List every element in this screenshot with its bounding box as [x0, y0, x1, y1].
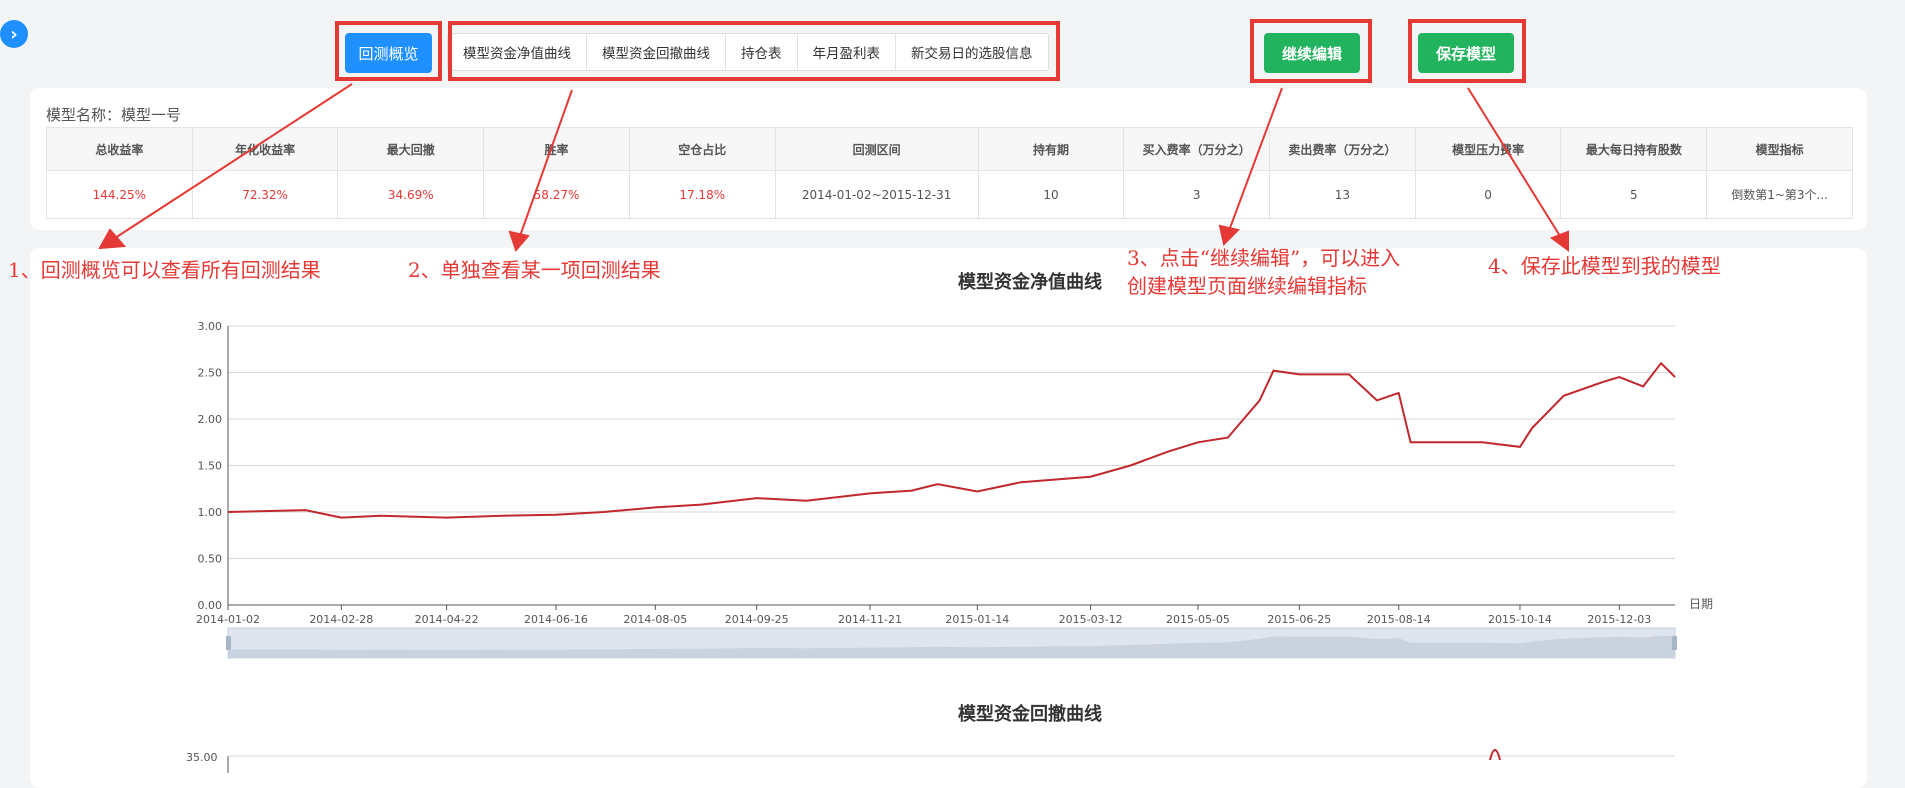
arrow-head-3 — [1220, 226, 1238, 244]
y-tick-label: 2.50 — [198, 367, 223, 380]
annotation-4: 4、保存此模型到我的模型 — [1488, 252, 1721, 280]
y-tick-label: 2.00 — [198, 413, 223, 426]
equity-chart-grid — [228, 326, 1675, 605]
y-tick-label: 0.00 — [198, 599, 223, 612]
x-tick-label: 2014-02-28 — [309, 613, 373, 626]
x-tick-label: 2015-06-25 — [1267, 613, 1331, 626]
y-tick-label: 0.50 — [198, 553, 223, 566]
equity-chart: 0.000.501.001.502.002.503.00 2014-01-022… — [0, 0, 1905, 773]
x-tick-label: 2015-08-14 — [1367, 613, 1431, 626]
arrow-head-4 — [1552, 232, 1568, 250]
annotation-2: 2、单独查看某一项回测结果 — [408, 256, 661, 284]
x-tick-label: 2014-04-22 — [415, 613, 479, 626]
equity-series-points — [228, 363, 1675, 518]
drawdown-chart-title: 模型资金回撤曲线 — [820, 700, 1240, 726]
arrow-head-1 — [100, 230, 124, 248]
x-tick-label: 2014-06-16 — [524, 613, 588, 626]
x-tick-label: 2015-03-12 — [1059, 613, 1123, 626]
x-tick-label: 2014-09-25 — [725, 613, 789, 626]
x-tick-label: 2015-05-05 — [1166, 613, 1230, 626]
equity-chart-x-axis: 2014-01-02 2014-02-28 2014-04-22 2014-06-16… — [196, 605, 1651, 626]
x-tick-label: 2015-01-14 — [945, 613, 1009, 626]
arrow-head-2 — [510, 232, 528, 250]
y-tick-label: 3.00 — [198, 320, 223, 333]
y-tick-label: 1.00 — [198, 506, 223, 519]
x-tick-label: 2015-12-03 — [1587, 613, 1651, 626]
annotation-1: 1、回测概览可以查看所有回测结果 — [8, 256, 321, 284]
annotation-arrows — [100, 84, 1568, 250]
x-tick-label: 2014-08-05 — [623, 613, 687, 626]
zoom-slider[interactable] — [226, 628, 1677, 658]
x-tick-label: 2014-11-21 — [838, 613, 902, 626]
drawdown-y-tick: 35.00 — [186, 751, 218, 764]
x-tick-label: 2015-10-14 — [1488, 613, 1552, 626]
equity-series-line — [228, 363, 1675, 517]
zoom-handle-right[interactable] — [1672, 636, 1677, 650]
x-tick-label: 2014-01-02 — [196, 613, 260, 626]
zoom-handle-left[interactable] — [226, 636, 231, 650]
drawdown-series-line — [1490, 750, 1500, 760]
equity-chart-x-label: 日期 — [1689, 597, 1713, 611]
drawdown-chart-y-axis — [228, 756, 1675, 773]
annotation-3: 3、点击“继续编辑”，可以进入 创建模型页面继续编辑指标 — [1127, 244, 1400, 300]
equity-chart-y-axis: 0.00 0.50 1.00 1.50 2.00 2.50 3.00 — [198, 320, 223, 612]
y-tick-label: 1.50 — [198, 460, 223, 473]
